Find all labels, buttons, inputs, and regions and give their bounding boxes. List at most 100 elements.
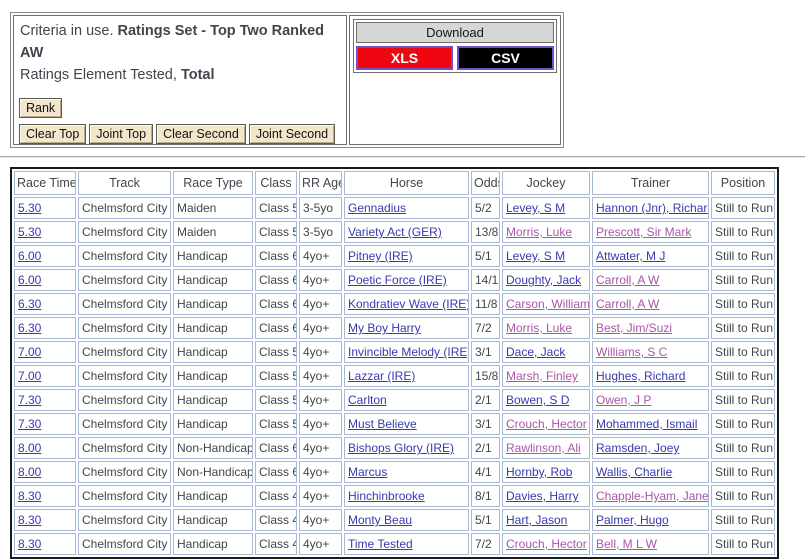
joint-top-button[interactable]: Joint Top [89,124,154,145]
trainer-link[interactable]: Wallis, Charlie [596,465,672,479]
trainer-link[interactable]: Hughes, Richard [596,369,685,383]
horse-link[interactable]: Must Believe [348,417,417,431]
jockey-cell: Carson, William [502,293,590,315]
clear-top-button[interactable]: Clear Top [19,124,87,145]
trainer-cell: Bell, M L W [592,533,709,555]
race-time-link[interactable]: 6.30 [18,297,41,311]
trainer-link[interactable]: Palmer, Hugo [596,513,669,527]
position-cell: Still to Run [711,389,775,411]
race-table: Race Time Track Race Type Class RR Age Horse O… [10,167,779,559]
rank-button[interactable]: Rank [19,98,63,119]
horse-cell: Variety Act (GER) [344,221,469,243]
jockey-link[interactable]: Hart, Jason [506,513,567,527]
column-header-race-type: Race Type [173,171,253,195]
trainer-link[interactable]: Mohammed, Ismail [596,417,697,431]
race-time-link[interactable]: 5.30 [18,225,41,239]
horse-link[interactable]: Kondratiev Wave (IRE) [348,297,468,311]
class-cell: Class 5 [255,365,297,387]
track-cell: Chelmsford City [78,269,171,291]
horse-link[interactable]: My Boy Harry [348,321,421,335]
race-time-link[interactable]: 6.00 [18,273,41,287]
jockey-cell: Doughty, Jack [502,269,590,291]
jockey-link[interactable]: Hornby, Rob [506,465,572,479]
class-cell: Class 4 [255,485,297,507]
horse-link[interactable]: Time Tested [348,537,413,551]
race-time-link[interactable]: 7.30 [18,417,41,431]
table-row: 6.30 Chelmsford City Handicap Class 6 4yo+ My… [14,317,775,339]
trainer-link[interactable]: Owen, J P [596,393,651,407]
trainer-link[interactable]: Carroll, A W [596,273,659,287]
download-panel: Download XLS CSV [349,15,561,145]
jockey-cell: Hart, Jason [502,509,590,531]
trainer-link[interactable]: Carroll, A W [596,297,659,311]
horse-link[interactable]: Hinchinbrooke [348,489,425,503]
jockey-link[interactable]: Davies, Harry [506,489,579,503]
jockey-link[interactable]: Crouch, Hector [506,417,587,431]
jockey-link[interactable]: Levey, S M [506,249,565,263]
jockey-link[interactable]: Levey, S M [506,201,565,215]
horse-link[interactable]: Carlton [348,393,387,407]
table-row: 6.00 Chelmsford City Handicap Class 6 4yo+ Po… [14,269,775,291]
race-time-link[interactable]: 7.00 [18,369,41,383]
class-cell: Class 6 [255,269,297,291]
jockey-link[interactable]: Marsh, Finley [506,369,578,383]
trainer-link[interactable]: Chapple-Hyam, Jane [596,489,708,503]
race-time-link[interactable]: 6.30 [18,321,41,335]
horse-link[interactable]: Variety Act (GER) [348,225,442,239]
trainer-link[interactable]: Prescott, Sir Mark [596,225,691,239]
jockey-link[interactable]: Doughty, Jack [506,273,581,287]
jockey-link[interactable]: Dace, Jack [506,345,565,359]
clear-second-button[interactable]: Clear Second [156,124,246,145]
trainer-link[interactable]: Hannon (Jnr), Richard [596,201,708,215]
xls-download-button[interactable]: XLS [356,46,453,70]
horse-link[interactable]: Marcus [348,465,387,479]
jockey-link[interactable]: Bowen, S D [506,393,569,407]
rr-age-cell: 4yo+ [299,461,342,483]
track-cell: Chelmsford City [78,389,171,411]
jockey-link[interactable]: Morris, Luke [506,321,572,335]
table-row: 8.00 Chelmsford City Non-Handicap Class 6 4y… [14,437,775,459]
trainer-link[interactable]: Williams, S C [596,345,667,359]
rr-age-cell: 4yo+ [299,437,342,459]
jockey-cell: Crouch, Hector [502,533,590,555]
jockey-link[interactable]: Rawlinson, Ali [506,441,581,455]
horse-link[interactable]: Poetic Force (IRE) [348,273,447,287]
csv-download-button[interactable]: CSV [457,46,554,70]
jockey-link[interactable]: Carson, William [506,297,589,311]
race-time-link[interactable]: 6.00 [18,249,41,263]
joint-second-button[interactable]: Joint Second [248,124,336,145]
horse-link[interactable]: Monty Beau [348,513,412,527]
trainer-link[interactable]: Ramsden, Joey [596,441,679,455]
jockey-link[interactable]: Morris, Luke [506,225,572,239]
race-time-link[interactable]: 8.00 [18,441,41,455]
race-time-link[interactable]: 8.30 [18,513,41,527]
race-time-link[interactable]: 8.00 [18,465,41,479]
horse-link[interactable]: Lazzar (IRE) [348,369,415,383]
column-header-rr-age: RR Age [299,171,342,195]
race-time-link[interactable]: 7.00 [18,345,41,359]
criteria-line2-label: Ratings Element Tested, [20,66,181,83]
race-time-link[interactable]: 8.30 [18,489,41,503]
race-time-link[interactable]: 5.30 [18,201,41,215]
horse-cell: Time Tested [344,533,469,555]
race-time-cell: 7.00 [14,365,76,387]
trainer-link[interactable]: Bell, M L W [596,537,657,551]
odds-cell: 2/1 [471,389,500,411]
race-time-link[interactable]: 7.30 [18,393,41,407]
class-cell: Class 4 [255,533,297,555]
race-table-body: 5.30 Chelmsford City Maiden Class 5 3-5yo Gen… [14,197,775,555]
horizontal-divider [0,156,805,158]
jockey-link[interactable]: Crouch, Hector [506,537,587,551]
horse-link[interactable]: Bishops Glory (IRE) [348,441,454,455]
position-cell: Still to Run [711,413,775,435]
horse-link[interactable]: Invincible Melody (IRE) [348,345,468,359]
trainer-link[interactable]: Attwater, M J [596,249,665,263]
criteria-text: Criteria in use. Ratings Set - Top Two R… [20,21,341,86]
odds-cell: 5/1 [471,245,500,267]
column-header-horse: Horse [344,171,469,195]
trainer-link[interactable]: Best, Jim/Suzi [596,321,672,335]
horse-link[interactable]: Gennadius [348,201,406,215]
race-time-link[interactable]: 8.30 [18,537,41,551]
table-row: 7.30 Chelmsford City Handicap Class 5 4yo+ Ca… [14,389,775,411]
horse-link[interactable]: Pitney (IRE) [348,249,413,263]
